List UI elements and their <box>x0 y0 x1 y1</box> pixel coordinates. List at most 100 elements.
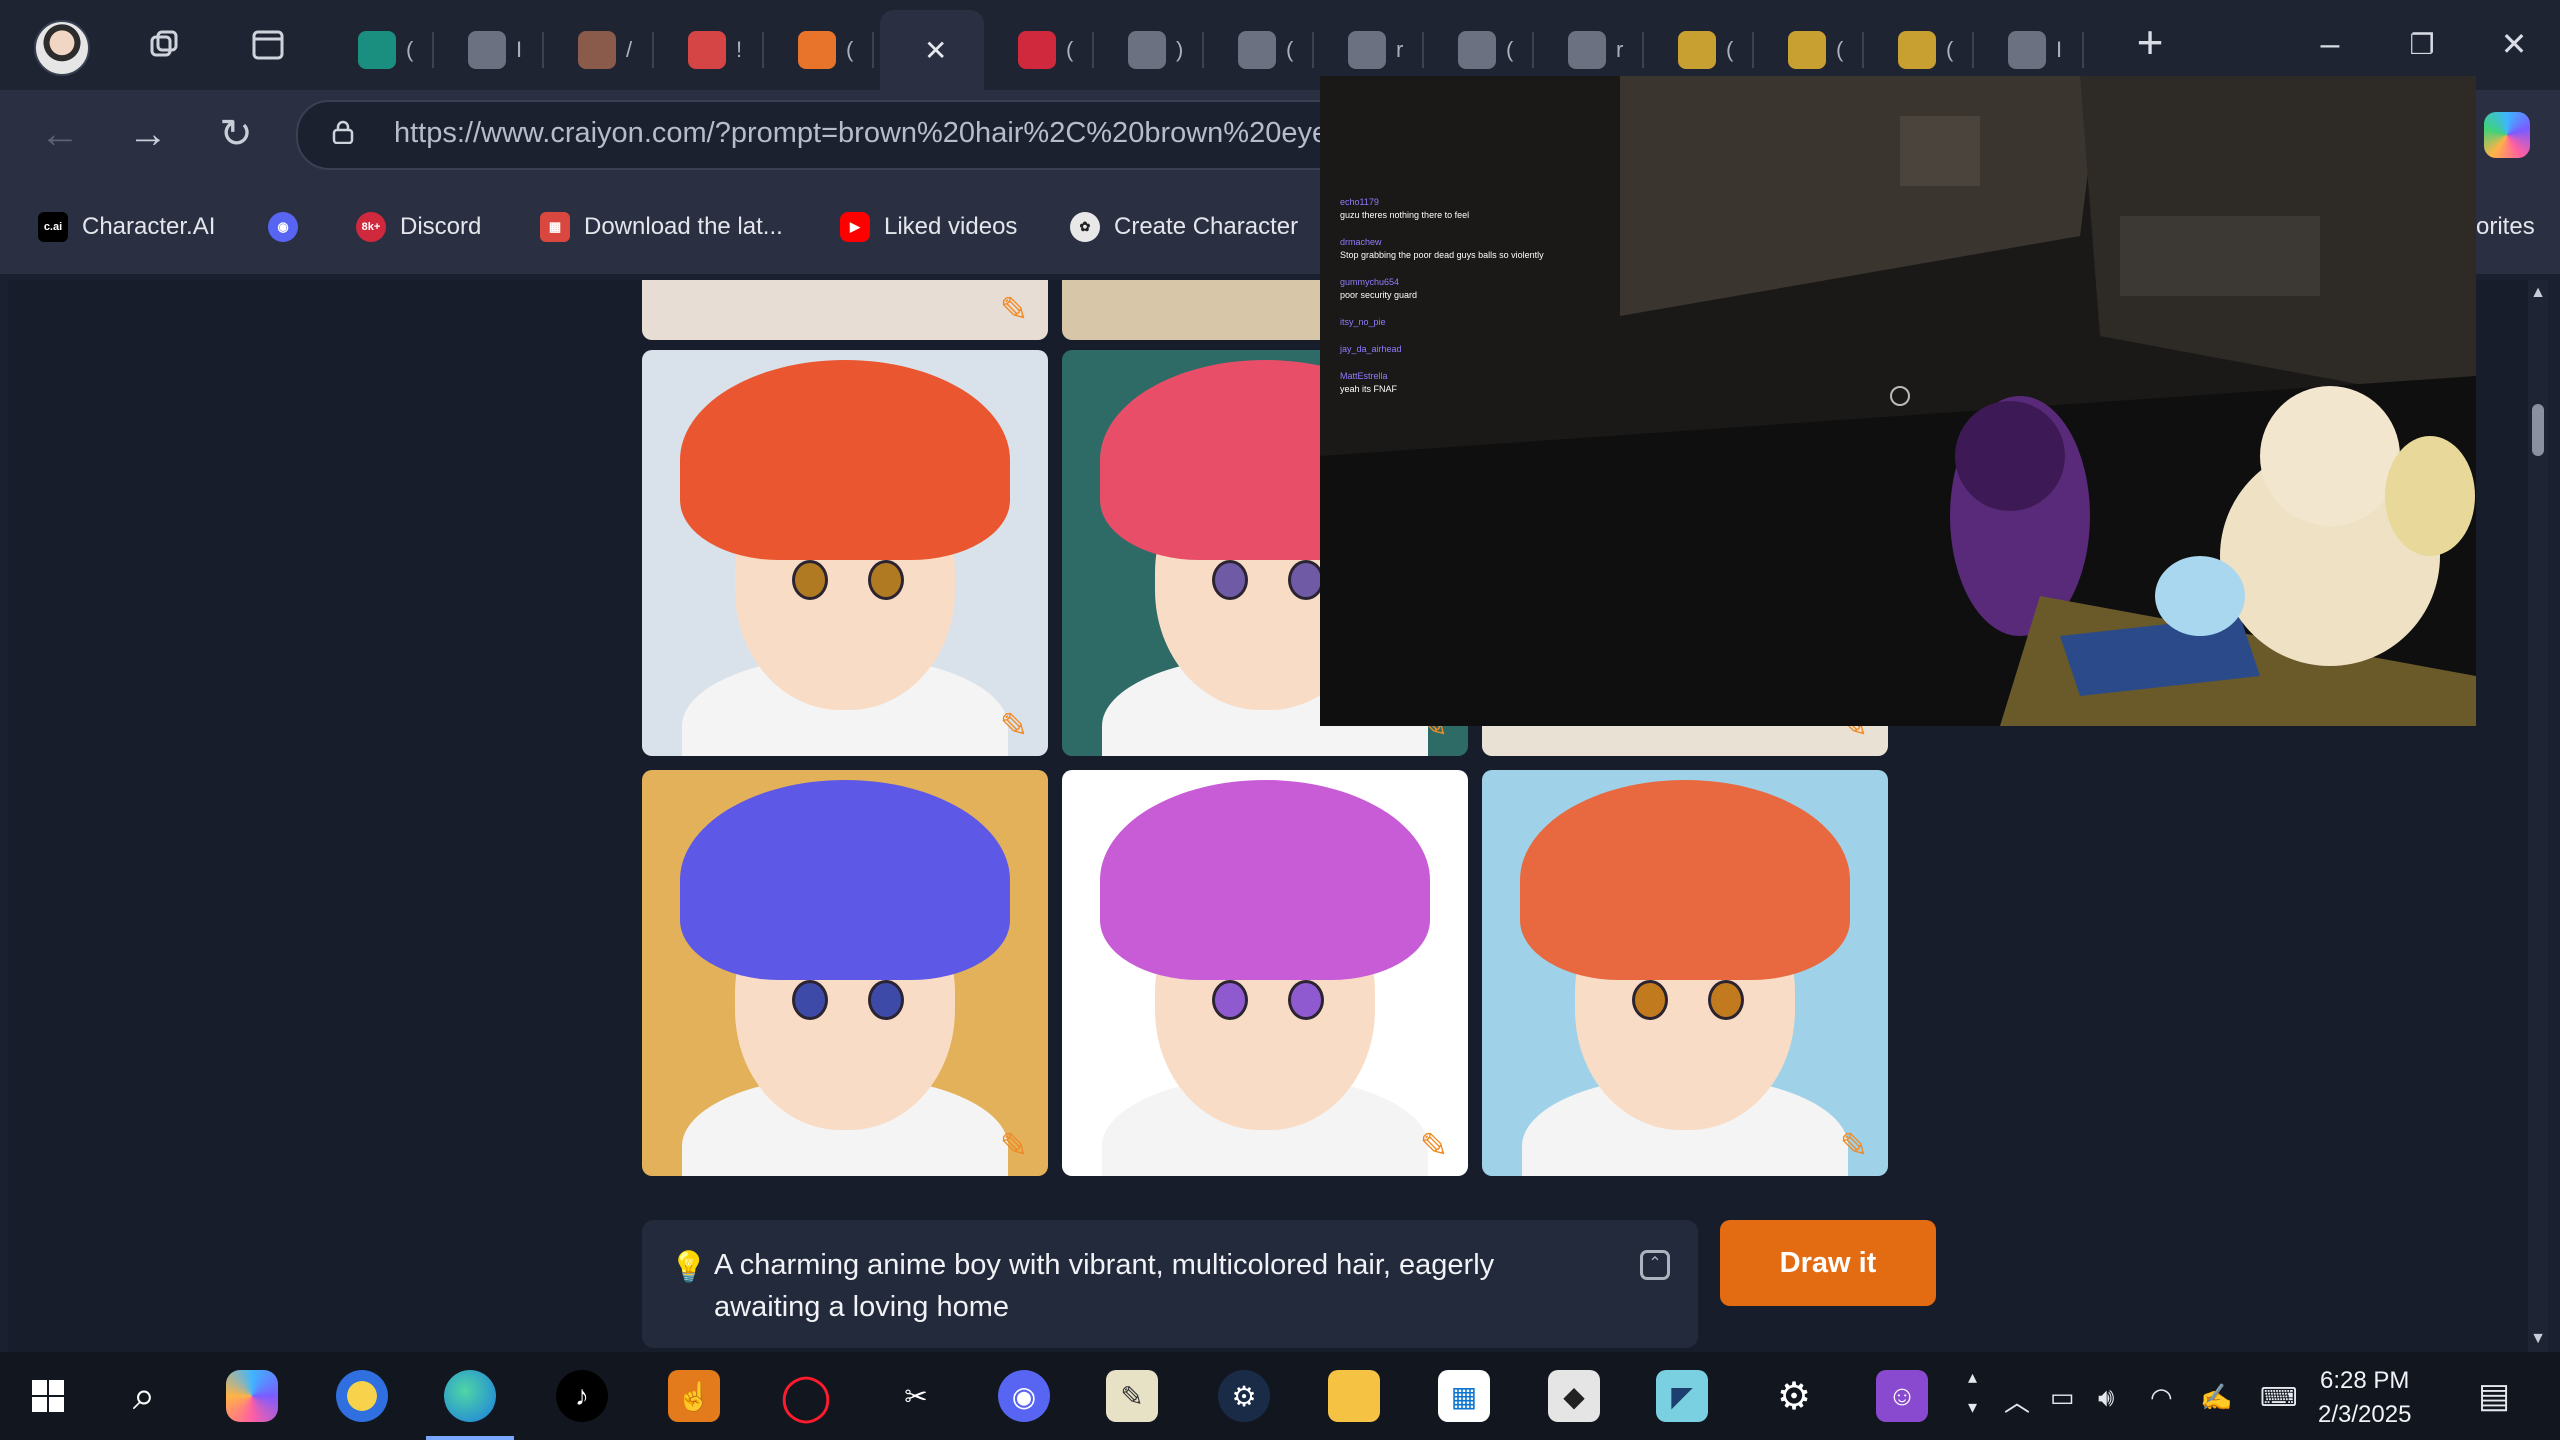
character-eye <box>1212 980 1248 1020</box>
roblox-icon[interactable]: ◆ <box>1548 1370 1600 1422</box>
tab-favicon-icon <box>1678 31 1716 69</box>
edit-pencil-icon[interactable]: ✎ <box>994 1126 1034 1166</box>
edit-pencil-icon[interactable]: ✎ <box>994 290 1034 330</box>
prompt-input[interactable]: 💡 A charming anime boy with vibrant, mul… <box>642 1220 1698 1348</box>
scroll-thumb[interactable] <box>2532 404 2544 456</box>
show-hidden-icons[interactable]: ︿ <box>2004 1382 2030 1419</box>
browser-tab[interactable]: ( <box>990 10 1094 90</box>
bookmark-create-character[interactable]: ✿ Create Character <box>1070 210 1298 244</box>
bookmark-liked-videos[interactable]: ▶ Liked videos <box>840 210 1017 244</box>
file-explorer-icon[interactable] <box>1328 1370 1380 1422</box>
refresh-button[interactable]: ↻ <box>212 110 260 158</box>
generated-image-partial-1[interactable]: ✎ <box>642 280 1048 340</box>
browser-tab[interactable]: / <box>550 10 654 90</box>
scroll-up-icon[interactable]: ▲ <box>2528 284 2548 302</box>
app-icon-1[interactable] <box>336 1370 388 1422</box>
edit-pencil-icon[interactable]: ✎ <box>1414 1126 1454 1166</box>
battery-icon[interactable]: ▭ <box>2050 1382 2075 1413</box>
lock-icon[interactable] <box>332 120 354 144</box>
prompt-text[interactable]: A charming anime boy with vibrant, multi… <box>714 1244 1574 1328</box>
new-tab-button[interactable]: + <box>2130 16 2170 68</box>
browser-tab[interactable]: ) <box>1100 10 1204 90</box>
copilot-taskbar-icon[interactable] <box>226 1370 278 1422</box>
browser-tab[interactable]: I <box>440 10 544 90</box>
bookmark-download[interactable]: ▦ Download the lat... <box>540 210 783 244</box>
scroll-down-icon[interactable]: ▼ <box>2528 1330 2548 1348</box>
draw-it-button[interactable]: Draw it <box>1720 1220 1936 1306</box>
microsoft-store-icon[interactable]: ▦ <box>1438 1370 1490 1422</box>
browser-tab[interactable]: ( <box>770 10 874 90</box>
character-eye <box>792 980 828 1020</box>
chat-text: poor security guard <box>1340 290 1418 300</box>
generated-image-1[interactable]: ✎ <box>642 350 1048 756</box>
steam-icon[interactable]: ⚙ <box>1218 1370 1270 1422</box>
character-eye <box>868 980 904 1020</box>
system-clock[interactable]: 6:28 PM 2/3/2025 <box>2318 1364 2411 1432</box>
tab-title: ! <box>736 37 743 62</box>
keyboard-icon[interactable]: ⌨ <box>2260 1382 2298 1413</box>
network-icon[interactable]: ◠ <box>2150 1382 2173 1413</box>
chat-username: echo1179 <box>1340 197 1379 207</box>
pen-icon[interactable]: ✍ <box>2200 1382 2232 1413</box>
app-icon-2[interactable]: ☝ <box>668 1370 720 1422</box>
taskbar-overflow-arrows[interactable]: ▴ ▾ <box>1968 1362 1977 1422</box>
profile-avatar[interactable] <box>34 20 90 76</box>
windows-start-icon[interactable] <box>22 1370 74 1422</box>
generated-image-5[interactable]: ✎ <box>1062 770 1468 1176</box>
page-scrollbar[interactable]: ▲ ▼ <box>2528 280 2548 1352</box>
forward-button[interactable]: → <box>124 110 172 158</box>
tab-separator <box>872 32 874 68</box>
notifications-icon[interactable]: ▤ <box>2478 1376 2510 1416</box>
tab-title: ( <box>1506 37 1514 62</box>
generated-image-4[interactable]: ✎ <box>642 770 1048 1176</box>
volume-icon[interactable]: 🔊︎ <box>2098 1382 2114 1414</box>
close-window-button[interactable]: ✕ <box>2494 24 2534 64</box>
back-button[interactable]: ← <box>36 110 84 158</box>
edit-pencil-icon[interactable]: ✎ <box>994 706 1034 746</box>
search-icon[interactable]: ⌕ <box>118 1370 170 1422</box>
tab-title: ( <box>1946 37 1954 62</box>
close-tab-icon[interactable]: ✕ <box>924 34 947 67</box>
tab-title: ( <box>846 37 854 62</box>
generated-image-6[interactable]: ✎ <box>1482 770 1888 1176</box>
app-icon-4[interactable]: ◤ <box>1656 1370 1708 1422</box>
stream-chat: echo1179 guzu theres nothing there to fee… <box>1340 196 1580 410</box>
picture-in-picture-video[interactable]: echo1179 guzu theres nothing there to fee… <box>1320 76 2476 726</box>
app-icon-3[interactable]: ✎ <box>1106 1370 1158 1422</box>
tab-title: r <box>1396 37 1404 62</box>
chat-username: gummychu654 <box>1340 277 1400 287</box>
snipping-tool-icon[interactable]: ✂ <box>890 1370 942 1422</box>
bookmark-discord[interactable]: 8k+ Discord <box>356 210 481 244</box>
tab-actions-icon[interactable] <box>250 27 286 63</box>
favorites-overflow[interactable]: orites <box>2476 210 2535 244</box>
browser-tab[interactable]: ✕ <box>880 10 984 90</box>
tab-separator <box>762 32 764 68</box>
browser-tab[interactable]: ( <box>330 10 434 90</box>
tab-separator <box>2082 32 2084 68</box>
discord-taskbar-icon[interactable]: ◉ <box>998 1370 1050 1422</box>
edge-icon[interactable] <box>426 1370 514 1440</box>
discord-icon: ◉ <box>268 212 298 242</box>
copilot-icon[interactable] <box>2484 112 2530 158</box>
bookmark-discord-icon-only[interactable]: ◉ <box>268 210 312 244</box>
edit-pencil-icon[interactable]: ✎ <box>1834 1126 1874 1166</box>
opera-icon[interactable]: ◯ <box>780 1370 832 1422</box>
chat-message: echo1179 guzu theres nothing there to fee… <box>1340 196 1580 222</box>
tiktok-icon[interactable]: ♪ <box>556 1370 608 1422</box>
chat-text: yeah its FNAF <box>1340 384 1398 394</box>
browser-tab[interactable]: ! <box>660 10 764 90</box>
minimize-button[interactable]: – <box>2310 24 2350 64</box>
expand-icon[interactable]: ⌃ <box>1640 1250 1670 1280</box>
restore-button[interactable]: ❐ <box>2402 24 2442 64</box>
tab-title: ) <box>1176 37 1184 62</box>
character-eye <box>868 560 904 600</box>
settings-gear-icon[interactable]: ⚙ <box>1768 1370 1820 1422</box>
workspaces-icon[interactable] <box>146 27 182 63</box>
bookmark-character-ai[interactable]: c.ai Character.AI <box>38 210 215 244</box>
character-eye <box>792 560 828 600</box>
app-icon-5[interactable]: ☺ <box>1876 1370 1928 1422</box>
browser-tab[interactable]: ( <box>1210 10 1314 90</box>
tab-favicon-icon <box>688 31 726 69</box>
bookmark-label: Discord <box>400 213 482 240</box>
tab-favicon-icon <box>578 31 616 69</box>
